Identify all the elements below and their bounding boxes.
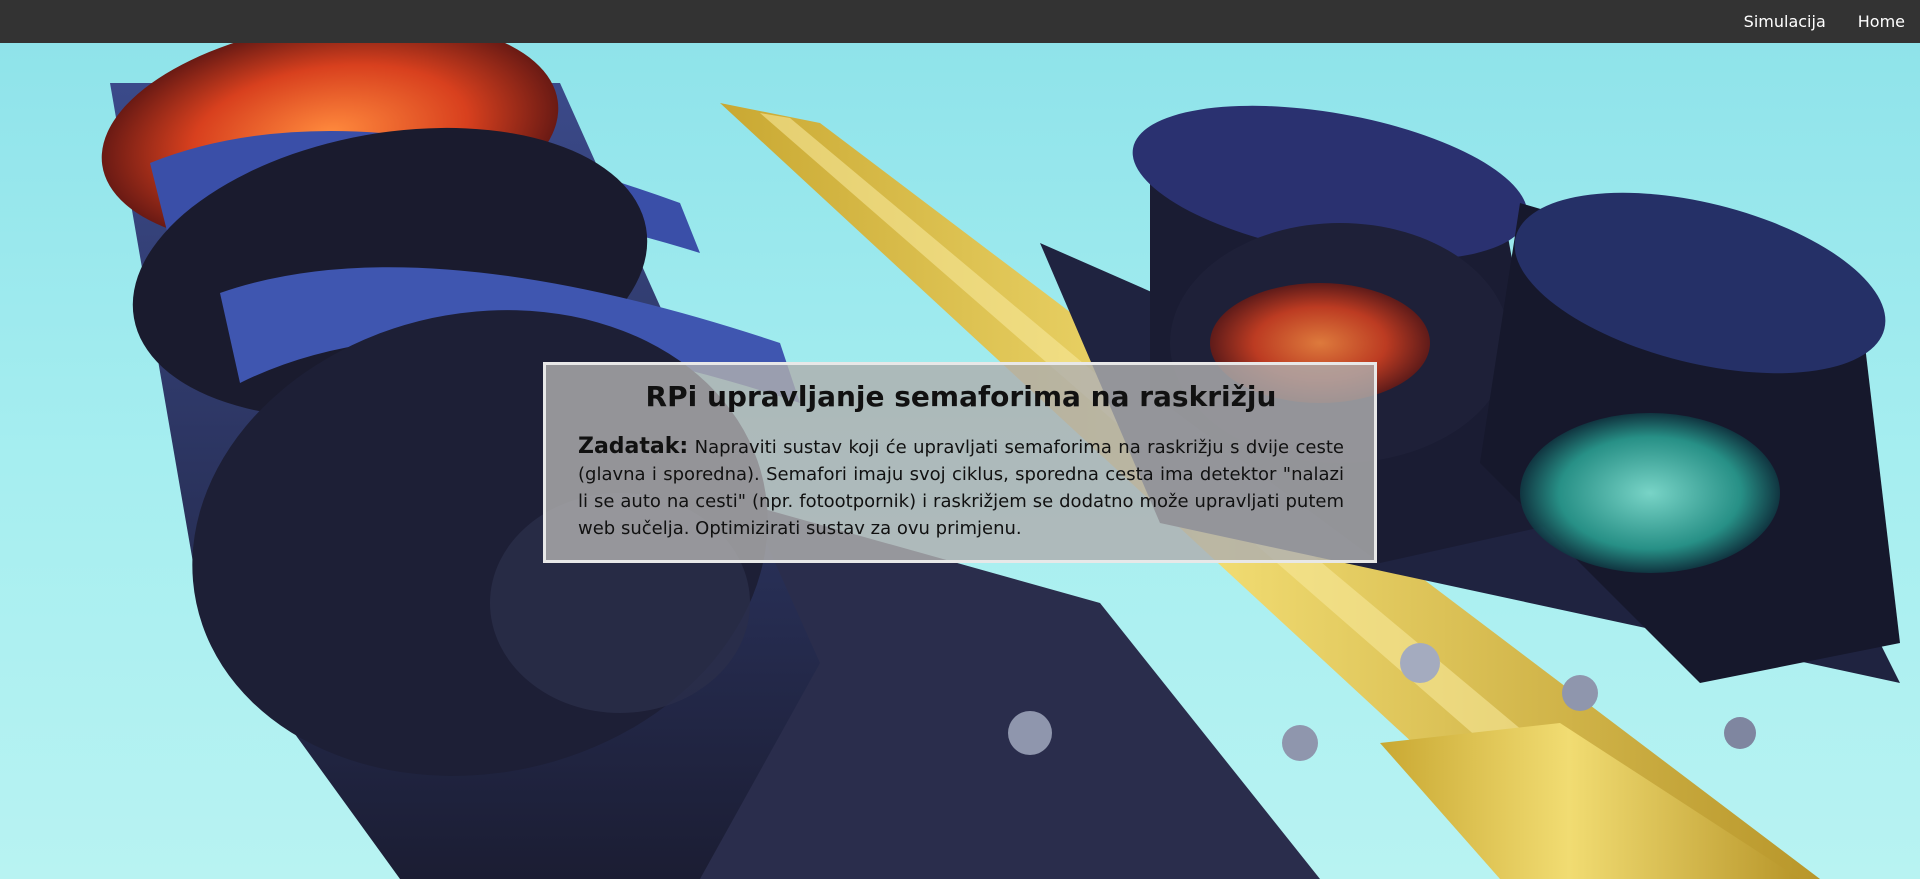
nav-links: Simulacija Home [1728, 0, 1920, 43]
top-navbar: Simulacija Home [0, 0, 1920, 43]
nav-link-home[interactable]: Home [1842, 0, 1920, 43]
project-info-panel: RPi upravljanje semaforima na raskrižju … [543, 362, 1377, 563]
task-text: Napraviti sustav koji će upravljati sema… [578, 437, 1344, 539]
task-description: Zadatak: Napraviti sustav koji će upravl… [578, 433, 1344, 542]
nav-link-simulacija[interactable]: Simulacija [1728, 0, 1842, 43]
page-title: RPi upravljanje semaforima na raskrižju [645, 380, 1277, 413]
task-label: Zadatak: [578, 434, 689, 459]
